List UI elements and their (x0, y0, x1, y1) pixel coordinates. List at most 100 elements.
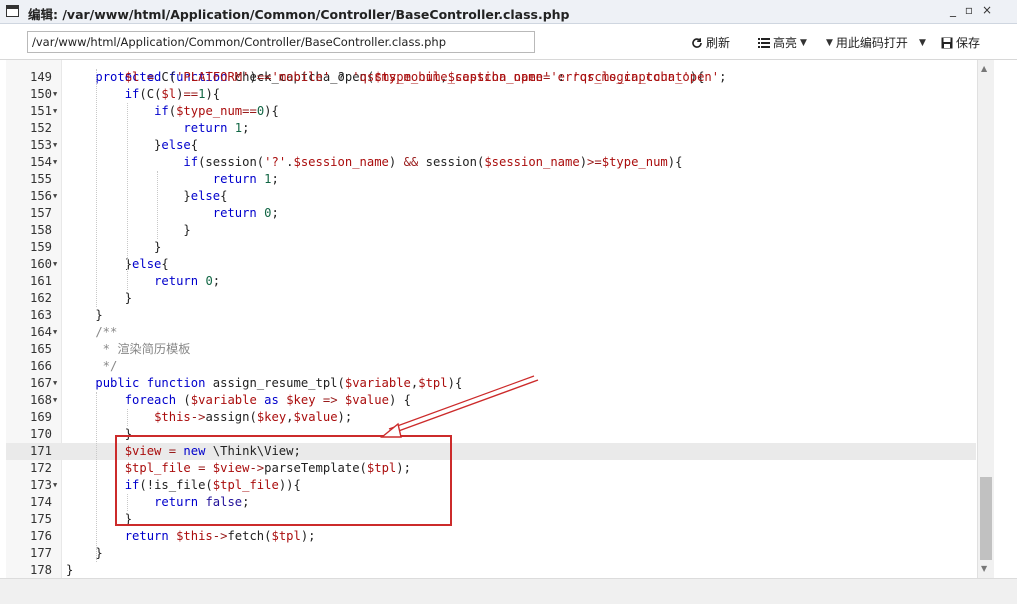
code-line[interactable]: 169 $this->assign($key,$value); (6, 409, 976, 426)
file-path-input[interactable] (27, 31, 535, 53)
code-line[interactable]: 177 } (6, 545, 976, 562)
code-line[interactable]: 155 return 1; (6, 171, 976, 188)
indent-guide (96, 392, 98, 562)
line-number: 174 (29, 495, 52, 509)
code-line[interactable]: 150 ▼ if(C($l)==1){ (6, 86, 976, 103)
line-number: 161 (29, 274, 52, 288)
code-line[interactable]: 163 } (6, 307, 976, 324)
line-number: 177 (29, 546, 52, 560)
save-icon (941, 37, 953, 48)
line-number: 164 (29, 325, 52, 339)
line-number: 172 (29, 461, 52, 475)
code-text: if(C($l)==1){ (124, 87, 221, 101)
line-number: 168 (29, 393, 52, 407)
indent-guide (126, 409, 128, 426)
scroll-up-icon[interactable]: ▲ (981, 64, 987, 73)
code-text: */ (66, 359, 118, 373)
line-number: 165 (29, 342, 52, 356)
save-button[interactable]: 保存 (941, 34, 980, 51)
code-line[interactable]: 151 ▼ if($type_num==0){ (6, 103, 976, 120)
close-button[interactable]: × (980, 3, 994, 17)
code-line[interactable]: 167 ▼ public function assign_resume_tpl($… (6, 375, 976, 392)
fold-toggle-icon[interactable]: ▼ (53, 375, 57, 392)
fold-toggle-icon[interactable]: ▼ (53, 256, 57, 273)
code-text: }else{ (66, 189, 228, 203)
code-text: } (66, 308, 103, 322)
line-number: 149 (29, 70, 52, 84)
line-number: 173 (29, 478, 52, 492)
fold-toggle-icon[interactable]: ▼ (53, 154, 57, 171)
code-line[interactable]: 153 ▼ }else{ (6, 137, 976, 154)
code-text: /** (66, 325, 118, 339)
line-number: 167 (29, 376, 52, 390)
line-number: 158 (29, 223, 52, 237)
vertical-scrollbar[interactable]: ▲ ▼ (977, 60, 994, 578)
refresh-label: 刷新 (706, 36, 731, 50)
code-line[interactable]: 157 return 0; (6, 205, 976, 222)
window-titlebar: 编辑: /var/www/html/Application/Common/Con… (0, 0, 1017, 24)
line-number: 151 (29, 104, 52, 118)
line-number: 156 (29, 189, 52, 203)
code-text: if($type_num==0){ (154, 104, 279, 118)
line-number: 175 (29, 512, 52, 526)
line-number: 159 (29, 240, 52, 254)
code-line[interactable]: 160 ▼ }else{ (6, 256, 976, 273)
code-text: } (66, 223, 191, 237)
line-number: 166 (29, 359, 52, 373)
code-line[interactable]: 161 return 0; (6, 273, 976, 290)
code-text: return $this->fetch($tpl); (124, 529, 316, 543)
line-number: 152 (29, 121, 52, 135)
line-number: 163 (29, 308, 52, 322)
code-text: foreach ($variable as $key => $value) { (124, 393, 411, 407)
minimize-button[interactable]: _ (946, 3, 960, 17)
line-number: 155 (29, 172, 52, 186)
line-number: 153 (29, 138, 52, 152)
code-text: return 0; (154, 274, 221, 288)
code-line[interactable]: 176 return $this->fetch($tpl); (6, 528, 976, 545)
line-number: 176 (29, 529, 52, 543)
code-line[interactable]: 154 ▼ if(session('?'.$session_name) && se… (6, 154, 976, 171)
fold-toggle-icon[interactable]: ▼ (53, 324, 57, 341)
code-line[interactable]: 165 * 渲染简历模板 (6, 341, 976, 358)
code-line[interactable]: 149 $l = C('PLATFORM')=='mobile' ? 'qscm… (6, 69, 976, 86)
code-line[interactable]: 164 ▼ /** (6, 324, 976, 341)
line-number: 169 (29, 410, 52, 424)
code-text: if(session('?'.$session_name) && session… (183, 155, 683, 169)
code-text: return 1; (212, 172, 279, 186)
highlight-button[interactable]: 高亮 ▼ (758, 34, 807, 51)
open-with-encoding-button[interactable]: ▼ 用此编码打开 ▼ (826, 34, 926, 51)
chevron-down-icon: ▼ (800, 37, 807, 48)
code-line[interactable]: 152 return 1; (6, 120, 976, 137)
indent-guide (96, 69, 98, 307)
fold-toggle-icon[interactable]: ▼ (53, 477, 57, 494)
scrollbar-thumb[interactable] (980, 477, 992, 560)
code-line-partial: protected function check_captcha_open($t… (6, 60, 976, 84)
chevron-down-icon[interactable]: ▼ (919, 38, 926, 48)
code-text: }else{ (66, 257, 169, 271)
code-text: } (66, 291, 133, 305)
fold-toggle-icon[interactable]: ▼ (53, 103, 57, 120)
code-text: $l = C('PLATFORM')=='mobile' ? 'qscms_mo… (124, 70, 727, 84)
fold-toggle-icon[interactable]: ▼ (53, 137, 57, 154)
restore-button[interactable]: ▫ (962, 3, 976, 17)
code-line[interactable]: 158 } (6, 222, 976, 239)
dropdown-icon: ▼ (826, 37, 833, 48)
code-text: $this->assign($key,$value); (154, 410, 353, 424)
line-number: 162 (29, 291, 52, 305)
code-line[interactable]: 178} (6, 562, 976, 578)
open-with-encoding-label: 用此编码打开 (835, 36, 908, 50)
fold-toggle-icon[interactable]: ▼ (53, 392, 57, 409)
list-icon (758, 38, 770, 48)
code-line[interactable]: 166 */ (6, 358, 976, 375)
code-line[interactable]: 156 ▼ }else{ (6, 188, 976, 205)
refresh-button[interactable]: 刷新 (691, 34, 730, 51)
code-line[interactable]: 159 } (6, 239, 976, 256)
code-line[interactable]: 168 ▼ foreach ($variable as $key => $valu… (6, 392, 976, 409)
fold-toggle-icon[interactable]: ▼ (53, 86, 57, 103)
line-number: 160 (29, 257, 52, 271)
refresh-icon (692, 37, 702, 48)
code-line[interactable]: 162 } (6, 290, 976, 307)
code-text: } (66, 240, 162, 254)
scroll-down-icon[interactable]: ▼ (981, 564, 987, 573)
fold-toggle-icon[interactable]: ▼ (53, 188, 57, 205)
